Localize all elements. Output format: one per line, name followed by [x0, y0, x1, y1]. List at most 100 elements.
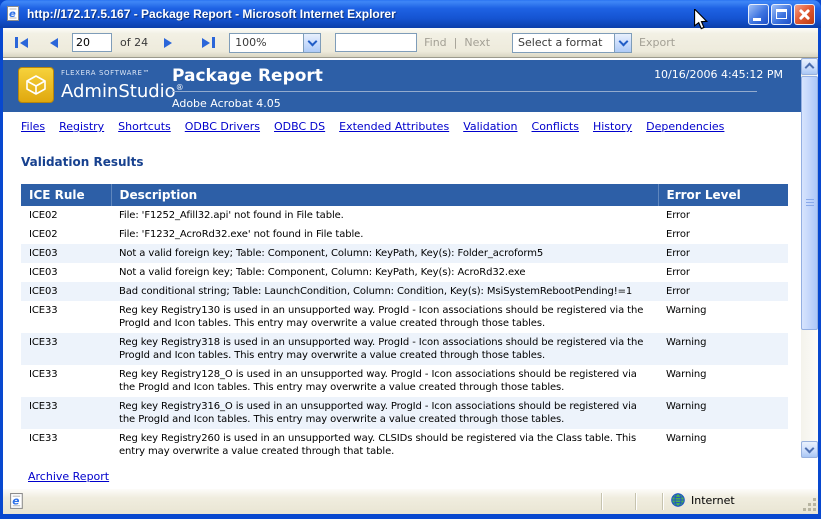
ice-rule-cell: ICE33 — [21, 333, 111, 365]
description-cell: Reg key Registry260 is used in an unsupp… — [111, 429, 658, 461]
svg-text:e: e — [9, 9, 16, 20]
status-bar: e Internet — [3, 488, 818, 514]
ice-rule-cell: ICE33 — [21, 365, 111, 397]
description-cell: Bad conditional string; Table: LaunchCon… — [111, 282, 658, 301]
last-page-button[interactable] — [202, 37, 215, 48]
nav-link[interactable]: Shortcuts — [118, 120, 171, 133]
format-select[interactable]: Select a format — [512, 33, 632, 53]
ice-rule-cell: ICE33 — [21, 301, 111, 333]
ice-rule-cell: ICE03 — [21, 282, 111, 301]
ie-document-icon: e — [9, 493, 26, 510]
validation-results-table: ICE Rule Description Error Level ICE02 F… — [21, 184, 788, 461]
last-page-icon — [212, 37, 215, 48]
next-find-button[interactable]: Next — [464, 36, 490, 49]
nav-link[interactable]: Registry — [59, 120, 104, 133]
maximize-button[interactable] — [771, 4, 792, 25]
table-row: ICE03 Bad conditional string; Table: Lau… — [21, 282, 788, 301]
nav-link[interactable]: Extended Attributes — [339, 120, 449, 133]
table-row: ICE02 File: 'F1252_Afill32.api' not foun… — [21, 206, 788, 225]
adminstudio-logo-icon — [18, 67, 54, 103]
archive-report-link[interactable]: Archive Report — [28, 470, 109, 483]
svg-text:e: e — [12, 495, 19, 508]
find-button[interactable]: Find — [424, 36, 447, 49]
ice-rule-cell: ICE03 — [21, 244, 111, 263]
statusbar-divider — [601, 493, 602, 510]
flexera-software-label: FLEXERA SOFTWARE™ — [61, 69, 184, 77]
error-level-cell: Error — [658, 263, 788, 282]
internet-globe-icon — [671, 493, 685, 507]
scrollbar-thumb[interactable] — [801, 76, 818, 330]
error-level-cell: Error — [658, 206, 788, 225]
vertical-scrollbar[interactable] — [801, 58, 818, 458]
table-row: ICE33 Reg key Registry316_O is used in a… — [21, 397, 788, 429]
security-zone: Internet — [671, 493, 735, 507]
previous-page-button[interactable] — [50, 38, 58, 48]
page-count-label: of 24 — [120, 36, 148, 49]
table-row: ICE03 Not a valid foreign key; Table: Co… — [21, 263, 788, 282]
statusbar-divider — [662, 493, 663, 510]
nav-link[interactable]: ODBC DS — [274, 120, 325, 133]
table-row: ICE33 Reg key Registry318 is used in an … — [21, 333, 788, 365]
ie-page-icon: e — [6, 6, 22, 22]
minimize-button[interactable] — [748, 4, 769, 25]
description-cell: File: 'F1232_AcroRd32.exe' not found in … — [111, 225, 658, 244]
first-page-icon — [15, 37, 18, 48]
nav-link[interactable]: History — [593, 120, 632, 133]
header-divider — [172, 91, 757, 92]
error-level-cell: Error — [658, 244, 788, 263]
table-row: ICE33 Reg key Registry128_O is used in a… — [21, 365, 788, 397]
table-row: ICE33 Reg key Registry260 is used in an … — [21, 429, 788, 461]
title-bar[interactable]: e http://172.17.5.167 - Package Report -… — [0, 0, 821, 28]
resize-grip[interactable] — [803, 498, 816, 511]
nav-link[interactable]: Dependencies — [646, 120, 724, 133]
error-level-cell: Error — [658, 282, 788, 301]
error-level-cell: Warning — [658, 301, 788, 333]
error-level-cell: Error — [658, 225, 788, 244]
nav-link[interactable]: Files — [21, 120, 45, 133]
report-header: FLEXERA SOFTWARE™ AdminStudio® Package R… — [3, 60, 801, 112]
description-cell: File: 'F1252_Afill32.api' not found in F… — [111, 206, 658, 225]
ice-rule-cell: ICE02 — [21, 206, 111, 225]
next-page-icon — [164, 38, 172, 48]
statusbar-divider — [635, 493, 636, 510]
description-cell: Reg key Registry128_O is used in an unsu… — [111, 365, 658, 397]
close-button[interactable] — [794, 4, 815, 25]
ice-rule-cell: ICE02 — [21, 225, 111, 244]
column-header-description: Description — [111, 184, 658, 206]
find-input[interactable] — [335, 33, 417, 52]
scroll-down-button[interactable] — [801, 441, 818, 458]
column-header-ice-rule: ICE Rule — [21, 184, 111, 206]
nav-link[interactable]: Conflicts — [532, 120, 579, 133]
report-viewport: FLEXERA SOFTWARE™ AdminStudio® Package R… — [3, 58, 818, 488]
chevron-down-icon[interactable] — [303, 34, 320, 52]
scroll-up-button[interactable] — [801, 58, 818, 75]
table-row: ICE02 File: 'F1232_AcroRd32.exe' not fou… — [21, 225, 788, 244]
brand-block: FLEXERA SOFTWARE™ AdminStudio® — [61, 69, 184, 102]
chevron-down-icon[interactable] — [614, 34, 631, 52]
section-heading: Validation Results — [21, 155, 144, 169]
scrollbar-grip-icon — [806, 199, 814, 207]
page-number-input[interactable] — [72, 33, 112, 52]
export-button[interactable]: Export — [639, 36, 675, 49]
format-value: Select a format — [513, 36, 614, 49]
window-title: http://172.17.5.167 - Package Report - M… — [27, 7, 748, 21]
nav-link[interactable]: Validation — [463, 120, 517, 133]
table-header-row: ICE Rule Description Error Level — [21, 184, 788, 206]
description-cell: Reg key Registry318 is used in an unsupp… — [111, 333, 658, 365]
package-name: Adobe Acrobat 4.05 — [172, 97, 757, 110]
next-page-button[interactable] — [164, 38, 172, 48]
error-level-cell: Warning — [658, 429, 788, 461]
error-level-cell: Warning — [658, 365, 788, 397]
section-nav: Files Registry Shortcuts ODBC Drivers OD… — [21, 120, 724, 133]
nav-link[interactable]: ODBC Drivers — [185, 120, 260, 133]
report-timestamp: 10/16/2006 4:45:12 PM — [654, 68, 783, 81]
error-level-cell: Warning — [658, 397, 788, 429]
table-row: ICE03 Not a valid foreign key; Table: Co… — [21, 244, 788, 263]
table-row: ICE33 Reg key Registry130 is used in an … — [21, 301, 788, 333]
ice-rule-cell: ICE33 — [21, 397, 111, 429]
adminstudio-label: AdminStudio® — [61, 77, 184, 102]
zone-label: Internet — [691, 494, 735, 507]
zoom-select[interactable]: 100% — [229, 33, 321, 53]
scroll-up-icon — [805, 63, 815, 73]
first-page-button[interactable] — [15, 37, 28, 48]
